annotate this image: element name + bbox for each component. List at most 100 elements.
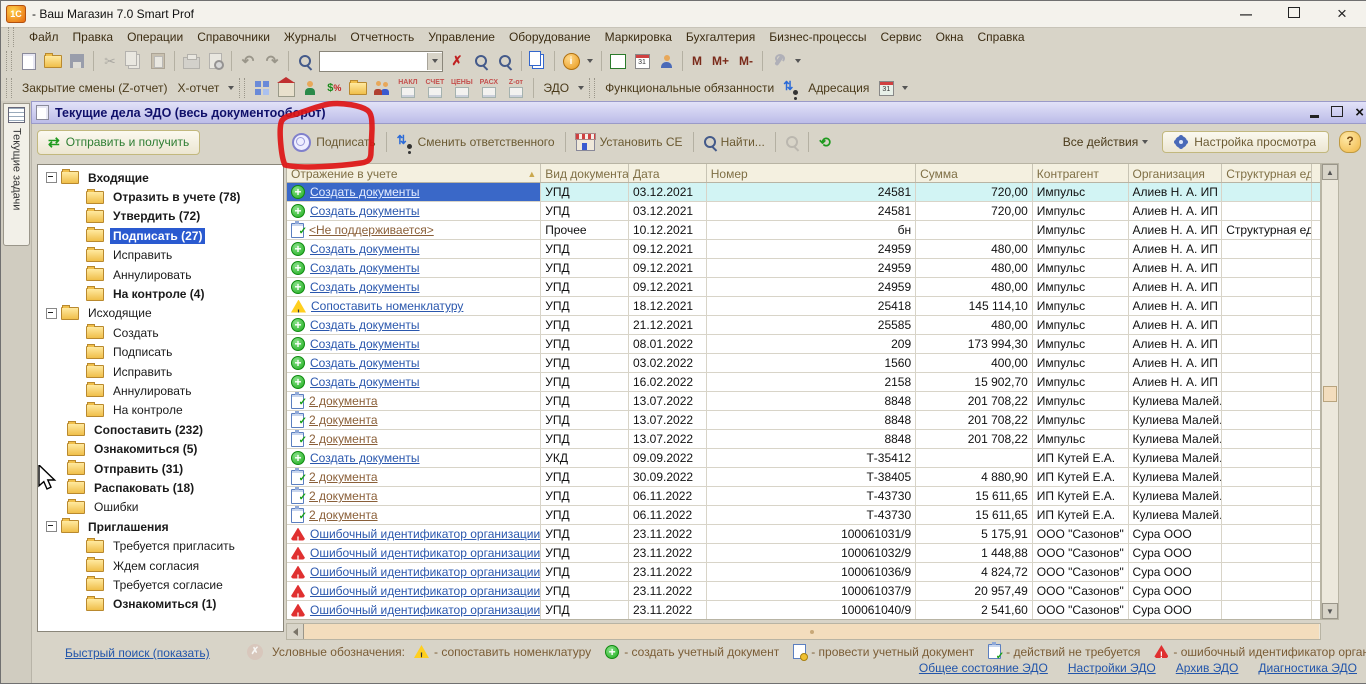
tree-item-1[interactable]: Отразить в учете (78) bbox=[38, 187, 283, 206]
memory-button-2[interactable]: М- bbox=[734, 54, 758, 68]
toolbar-grip-4[interactable] bbox=[589, 78, 595, 98]
table-row-19[interactable]: Ошибочный идентификатор организацииУПД23… bbox=[287, 544, 1320, 563]
action-link[interactable]: Ошибочный идентификатор организации bbox=[310, 544, 540, 562]
memory-button-1[interactable]: М+ bbox=[707, 54, 734, 68]
functional-duties-icon[interactable] bbox=[779, 76, 803, 100]
close-button-icon[interactable]: × bbox=[1331, 7, 1353, 21]
tree-item-0[interactable]: Входящие bbox=[38, 168, 283, 187]
tree-item-15[interactable]: Отправить (31) bbox=[38, 459, 283, 478]
action-link[interactable]: 2 документа bbox=[309, 506, 378, 524]
functional-duties-button[interactable]: Функциональные обязанности bbox=[600, 78, 779, 98]
action-link[interactable]: 2 документа bbox=[309, 468, 378, 486]
legend-close-icon[interactable]: ✗ bbox=[247, 644, 263, 660]
edo-restore-icon[interactable] bbox=[1331, 106, 1343, 120]
refresh-icon[interactable]: ⟲ bbox=[813, 130, 837, 154]
change-responsible-button[interactable]: Сменить ответственного bbox=[391, 135, 561, 150]
send-and-receive-button[interactable]: ⇄ Отправить и получить bbox=[37, 130, 200, 155]
edo-dropdown-icon[interactable] bbox=[578, 86, 584, 90]
horizontal-scrollbar[interactable] bbox=[286, 623, 1321, 640]
column-header-3[interactable]: Номер bbox=[707, 164, 916, 182]
table-row-18[interactable]: Ошибочный идентификатор организацииУПД23… bbox=[287, 525, 1320, 544]
search-dropdown-icon[interactable] bbox=[427, 53, 442, 70]
copy-icon[interactable] bbox=[122, 49, 146, 73]
edo-menu-button[interactable]: ЭДО bbox=[538, 78, 574, 98]
column-header-7[interactable]: Структурная ед... bbox=[1222, 164, 1312, 182]
all-actions-button[interactable]: Все действия bbox=[1063, 135, 1152, 149]
edo-minimize-icon[interactable] bbox=[1310, 115, 1319, 118]
table-row-0[interactable]: Создать документыУПД03.12.202124581720,0… bbox=[287, 183, 1320, 202]
tree-item-12[interactable]: На контроле bbox=[38, 401, 283, 420]
quick-doc-button-0[interactable]: НАКЛ bbox=[394, 79, 421, 98]
menu-item-1[interactable]: Правка bbox=[66, 28, 121, 46]
search-icon[interactable] bbox=[293, 49, 317, 73]
menu-item-13[interactable]: Справка bbox=[970, 28, 1031, 46]
find-next-icon[interactable] bbox=[469, 49, 493, 73]
action-link[interactable]: Создать документы bbox=[310, 202, 420, 220]
table-row-22[interactable]: Ошибочный идентификатор организацииУПД23… bbox=[287, 601, 1320, 620]
action-link[interactable]: <Не поддерживается> bbox=[309, 221, 434, 239]
cancel-search-icon[interactable] bbox=[780, 130, 804, 154]
action-link[interactable]: Создать документы bbox=[310, 449, 420, 467]
clear-search-icon[interactable]: ✗ bbox=[445, 49, 469, 73]
action-link[interactable]: 2 документа bbox=[309, 411, 378, 429]
table-row-15[interactable]: 2 документаУПД30.09.2022Т-384054 880,90И… bbox=[287, 468, 1320, 487]
column-header-0[interactable]: Отражение в учете▲ bbox=[287, 164, 541, 182]
table-row-16[interactable]: 2 документаУПД06.11.2022Т-4373015 611,65… bbox=[287, 487, 1320, 506]
open-icon[interactable] bbox=[41, 49, 65, 73]
save-icon[interactable] bbox=[65, 49, 89, 73]
print-icon[interactable] bbox=[179, 49, 203, 73]
footer-link-0[interactable]: Общее состояние ЭДО bbox=[919, 661, 1048, 675]
menu-item-9[interactable]: Бухгалтерия bbox=[679, 28, 762, 46]
tree-expander-icon[interactable] bbox=[46, 172, 57, 183]
memory-button-0[interactable]: М bbox=[687, 54, 707, 68]
action-link[interactable]: Ошибочный идентификатор организации bbox=[310, 601, 540, 619]
menu-item-10[interactable]: Бизнес-процессы bbox=[762, 28, 873, 46]
paste-icon[interactable] bbox=[146, 49, 170, 73]
column-header-4[interactable]: Сумма bbox=[916, 164, 1033, 182]
tree-item-13[interactable]: Сопоставить (232) bbox=[38, 420, 283, 439]
cut-icon[interactable] bbox=[98, 49, 122, 73]
scroll-up-icon[interactable]: ▲ bbox=[1322, 164, 1338, 180]
redo-icon[interactable] bbox=[260, 49, 284, 73]
table-row-17[interactable]: 2 документаУПД06.11.2022Т-4373015 611,65… bbox=[287, 506, 1320, 525]
toolbar-grip-2[interactable] bbox=[6, 78, 12, 98]
tree-item-8[interactable]: Создать bbox=[38, 323, 283, 342]
tree-item-22[interactable]: Ознакомиться (1) bbox=[38, 595, 283, 614]
table-row-21[interactable]: Ошибочный идентификатор организацииУПД23… bbox=[287, 582, 1320, 601]
action-link[interactable]: Создать документы bbox=[310, 183, 420, 201]
toolbar-grip-3[interactable] bbox=[239, 78, 245, 98]
menu-item-7[interactable]: Оборудование bbox=[502, 28, 598, 46]
scroll-left-icon[interactable] bbox=[287, 624, 304, 639]
print-preview-icon[interactable] bbox=[203, 49, 227, 73]
action-link[interactable]: Ошибочный идентификатор организации bbox=[310, 582, 540, 600]
action-link[interactable]: Создать документы bbox=[310, 335, 420, 353]
action-link[interactable]: Создать документы bbox=[310, 354, 420, 372]
table-row-1[interactable]: Создать документыУПД03.12.202124581720,0… bbox=[287, 202, 1320, 221]
help-button[interactable]: ? bbox=[1339, 131, 1361, 153]
menu-grip[interactable] bbox=[8, 27, 14, 47]
toolbar-grip[interactable] bbox=[6, 51, 12, 71]
set-se-button[interactable]: Установить СЕ bbox=[570, 134, 689, 151]
reports-dropdown-icon[interactable] bbox=[228, 86, 234, 90]
search-combobox[interactable] bbox=[319, 51, 443, 72]
table-row-7[interactable]: Создать документыУПД21.12.202125585480,0… bbox=[287, 316, 1320, 335]
horizontal-scroll-thumb[interactable] bbox=[304, 624, 1319, 639]
tree-item-10[interactable]: Исправить bbox=[38, 362, 283, 381]
action-link[interactable]: Создать документы bbox=[310, 316, 420, 334]
edo-close-icon[interactable]: × bbox=[1355, 104, 1364, 121]
menu-item-0[interactable]: Файл bbox=[22, 28, 66, 46]
store-icon[interactable] bbox=[274, 76, 298, 100]
new-document-icon[interactable] bbox=[17, 49, 41, 73]
tree-item-5[interactable]: Аннулировать bbox=[38, 265, 283, 284]
services-wrench-icon[interactable] bbox=[767, 49, 791, 73]
addressing-button[interactable]: Адресация bbox=[803, 78, 874, 98]
quick-search-link[interactable]: Быстрый поиск (показать) bbox=[65, 646, 210, 660]
tree-item-18[interactable]: Приглашения bbox=[38, 517, 283, 536]
user-permissions-icon[interactable] bbox=[654, 49, 678, 73]
tree-item-16[interactable]: Распаковать (18) bbox=[38, 478, 283, 497]
footer-link-2[interactable]: Архив ЭДО bbox=[1176, 661, 1239, 675]
employee-icon[interactable] bbox=[298, 76, 322, 100]
column-header-5[interactable]: Контрагент bbox=[1033, 164, 1129, 182]
vertical-scrollbar[interactable]: ▲ ▼ bbox=[1321, 163, 1339, 620]
action-link[interactable]: Создать документы bbox=[310, 259, 420, 277]
